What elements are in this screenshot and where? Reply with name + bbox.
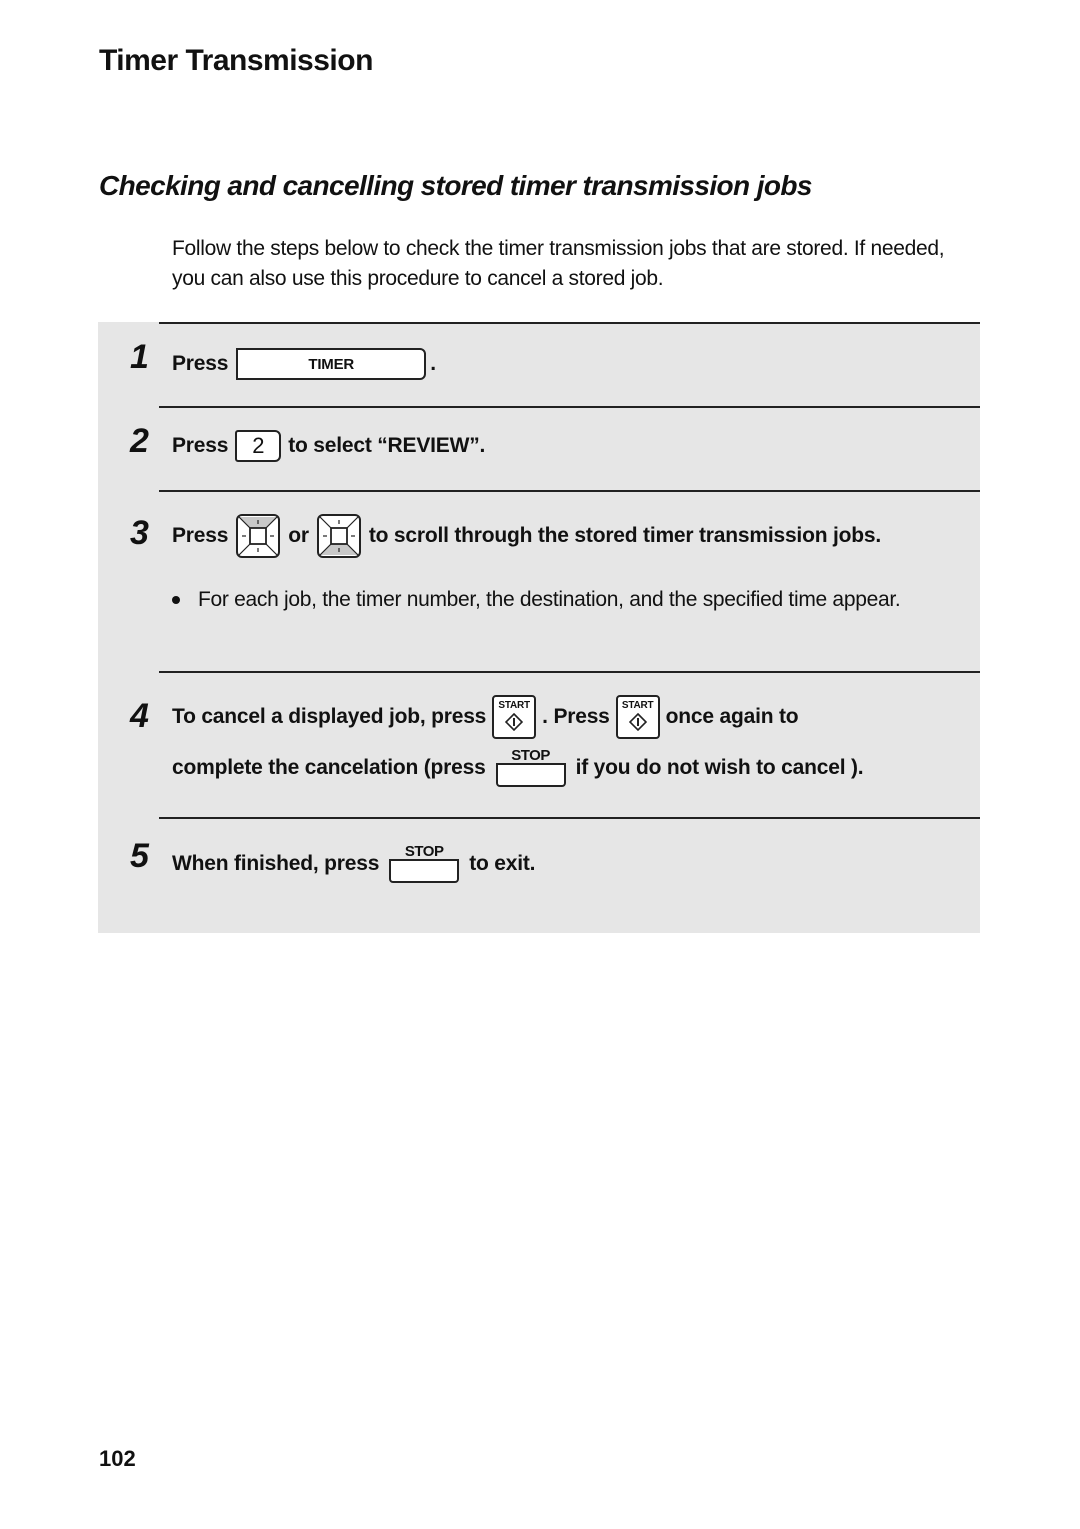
step-number: 1 xyxy=(130,338,149,376)
stop-key-button-icon xyxy=(389,859,460,883)
step-text: Press xyxy=(172,434,229,457)
up-arrow-key-icon xyxy=(236,514,281,558)
divider xyxy=(159,817,980,819)
step-3-bullet: For each job, the timer number, the dest… xyxy=(172,584,932,615)
step-text: When finished, press xyxy=(172,852,380,875)
step-5-text: When finished, press STOP to exit. xyxy=(172,843,536,883)
bullet-icon xyxy=(172,596,180,604)
intro-paragraph: Follow the steps below to check the time… xyxy=(172,237,945,290)
start-key-icon: START xyxy=(492,695,537,739)
stop-key: STOP xyxy=(389,843,460,883)
divider xyxy=(159,406,980,408)
step-4-line-2: complete the cancelation (press STOP if … xyxy=(172,747,864,787)
step-text: To cancel a displayed job, press xyxy=(172,705,487,728)
step-4-line-1: To cancel a displayed job, press START .… xyxy=(172,695,799,739)
section-title: Timer Transmission xyxy=(99,44,373,77)
step-number: 5 xyxy=(130,837,149,875)
stop-key-button-icon xyxy=(495,763,566,787)
step-number: 2 xyxy=(130,422,149,460)
step-text: Press xyxy=(172,352,229,375)
step-text: to scroll through the stored timer trans… xyxy=(368,524,881,547)
diamond-icon xyxy=(505,713,524,731)
step-text: complete the cancelation (press xyxy=(172,756,486,779)
step-text: to select “REVIEW”. xyxy=(288,434,486,457)
step-number: 4 xyxy=(130,697,149,735)
step-3-text: Press or to scroll through the stored ti… xyxy=(172,514,881,558)
divider xyxy=(159,490,980,492)
timer-key: TIMER xyxy=(236,348,427,380)
step-text: once again to xyxy=(665,705,799,728)
start-key-label: START xyxy=(621,700,654,711)
down-arrow-key-icon xyxy=(316,514,361,558)
sub-title: Checking and cancelling stored timer tra… xyxy=(99,170,813,201)
steps-panel: 1 Press TIMER . 2 Press 2 to select “REV… xyxy=(98,322,980,933)
step-number: 3 xyxy=(130,514,149,552)
stop-key-label: STOP xyxy=(511,747,550,764)
diamond-icon xyxy=(628,713,647,731)
step-text: . Press xyxy=(542,705,610,728)
step-text: . xyxy=(430,352,436,375)
stop-key-label: STOP xyxy=(404,843,444,860)
page-number: 102 xyxy=(99,1446,136,1471)
divider xyxy=(159,322,980,324)
divider xyxy=(159,671,980,673)
number-2-key: 2 xyxy=(235,430,282,462)
stop-key: STOP xyxy=(495,747,566,787)
start-key-label: START xyxy=(498,700,530,711)
step-1-text: Press TIMER . xyxy=(172,348,436,380)
step-2-text: Press 2 to select “REVIEW”. xyxy=(172,430,485,462)
step-text: to exit. xyxy=(469,852,536,875)
step-text: Press xyxy=(172,524,229,547)
bullet-text: For each job, the timer number, the dest… xyxy=(198,588,901,611)
step-text: or xyxy=(288,524,309,547)
start-key-icon: START xyxy=(615,695,660,739)
step-text: if you do not wish to cancel ). xyxy=(575,756,864,779)
